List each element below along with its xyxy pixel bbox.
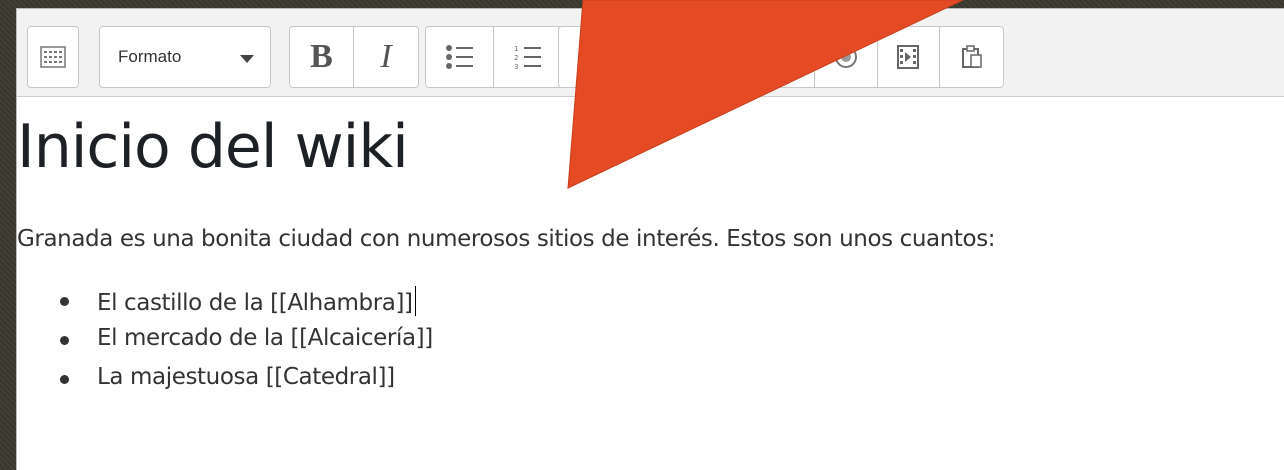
ordered-list-icon: 123 bbox=[514, 45, 541, 70]
insert-group bbox=[558, 26, 1004, 88]
bullet-list-button[interactable] bbox=[426, 27, 494, 87]
bold-icon: B bbox=[310, 38, 333, 75]
svg-text:3: 3 bbox=[514, 63, 518, 70]
bold-button[interactable]: B bbox=[290, 27, 354, 87]
emoticon-button[interactable] bbox=[815, 27, 878, 87]
bullet-icon bbox=[60, 297, 69, 306]
media-icon bbox=[897, 45, 920, 69]
editor-content[interactable]: Inicio del wiki Granada es una bonita ci… bbox=[17, 96, 1284, 470]
editor-toolbar: Formato B I 123 bbox=[17, 9, 1284, 97]
emoticon-icon bbox=[834, 46, 857, 68]
list-group: 123 bbox=[425, 26, 563, 88]
intro-paragraph: Granada es una bonita ciudad con numeros… bbox=[17, 226, 996, 252]
format-dropdown-label: Formato bbox=[118, 47, 182, 66]
chevron-down-icon bbox=[240, 55, 254, 63]
places-list: El castillo de la [[Alhambra]] El mercad… bbox=[17, 286, 433, 403]
bullet-icon bbox=[60, 375, 69, 384]
format-dropdown[interactable]: Formato bbox=[99, 26, 271, 88]
list-item: La majestuosa [[Catedral]] bbox=[17, 364, 433, 403]
wiki-editor: Formato B I 123 Inicio del wiki Granada … bbox=[16, 8, 1284, 470]
list-item: El castillo de la [[Alhambra]] bbox=[17, 286, 433, 325]
bullet-icon bbox=[60, 336, 69, 345]
text-cursor bbox=[414, 286, 416, 316]
svg-text:1: 1 bbox=[514, 45, 518, 53]
list-item-text: El mercado de la [[Alcaicería]] bbox=[97, 325, 433, 351]
italic-button[interactable]: I bbox=[354, 27, 418, 87]
toolbar-toggle-icon bbox=[40, 46, 66, 68]
unordered-list-icon bbox=[445, 45, 473, 69]
paste-icon bbox=[961, 45, 982, 68]
svg-text:2: 2 bbox=[514, 54, 518, 62]
media-button[interactable] bbox=[878, 27, 941, 87]
text-style-group: B I bbox=[289, 26, 419, 88]
italic-icon: I bbox=[380, 38, 392, 75]
list-item: El mercado de la [[Alcaicería]] bbox=[17, 325, 433, 364]
list-item-text: El castillo de la [[Alhambra]] bbox=[97, 290, 413, 316]
numbered-list-button[interactable]: 123 bbox=[494, 27, 562, 87]
hidden-button[interactable] bbox=[559, 27, 815, 87]
list-item-text: La majestuosa [[Catedral]] bbox=[97, 364, 395, 390]
toolbar-toggle-button[interactable] bbox=[27, 26, 79, 88]
page-title: Inicio del wiki bbox=[17, 112, 409, 182]
paste-button[interactable] bbox=[940, 27, 1003, 87]
